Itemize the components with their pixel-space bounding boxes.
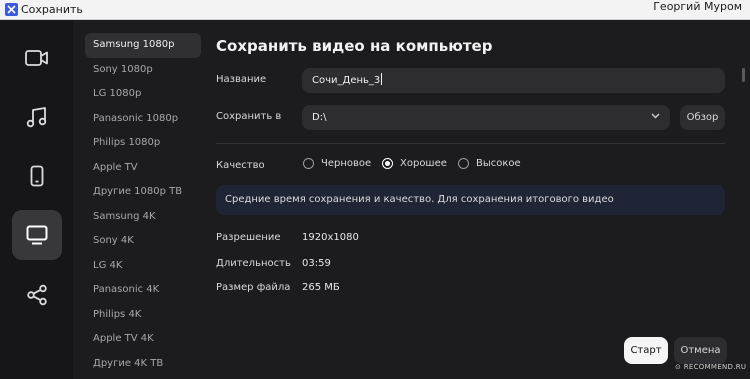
preset-item-panasonic-1080p[interactable]: Panasonic 1080p bbox=[85, 107, 201, 132]
window-title: Сохранить bbox=[21, 3, 83, 16]
rail-video-button[interactable] bbox=[12, 33, 62, 83]
radio-high[interactable] bbox=[458, 158, 469, 169]
filesize-label: Размер файла bbox=[216, 282, 291, 293]
save-to-select[interactable]: D:\ bbox=[302, 105, 670, 130]
page-title: Сохранить видео на компьютер bbox=[216, 37, 493, 55]
preset-item-sony-1080p[interactable]: Sony 1080p bbox=[85, 58, 201, 83]
music-icon bbox=[26, 107, 47, 128]
preset-item-samsung-4k[interactable]: Samsung 4K bbox=[85, 205, 201, 230]
app-icon bbox=[5, 3, 18, 16]
quality-info-box: Средние время сохранения и качество. Для… bbox=[216, 185, 725, 215]
category-rail bbox=[0, 20, 73, 379]
quality-option-good[interactable]: Хорошее bbox=[382, 158, 447, 169]
section-divider bbox=[216, 143, 725, 144]
rail-music-button[interactable] bbox=[12, 92, 62, 142]
quality-option-draft[interactable]: Черновое bbox=[303, 158, 371, 169]
preset-item-philips-4k[interactable]: Philips 4K bbox=[85, 303, 201, 328]
preset-item-other-4k-tv[interactable]: Другие 4K ТВ bbox=[85, 352, 201, 377]
duration-label: Длительность bbox=[216, 258, 291, 269]
scrollbar-thumb[interactable] bbox=[742, 68, 745, 82]
duration-value: 03:59 bbox=[302, 258, 331, 269]
name-label: Название bbox=[216, 74, 267, 85]
quality-option-label: Черновое bbox=[321, 158, 372, 169]
text-caret bbox=[381, 73, 383, 85]
phone-icon bbox=[30, 165, 44, 187]
preset-item-apple-tv[interactable]: Apple TV bbox=[85, 156, 201, 181]
preset-item-panasonic-4k[interactable]: Panasonic 4K bbox=[85, 278, 201, 303]
watermark-text: ⊙ RECOMMEND.RU bbox=[675, 363, 747, 371]
share-icon bbox=[27, 284, 47, 306]
monitor-icon bbox=[26, 225, 48, 245]
save-to-value: D:\ bbox=[312, 112, 327, 123]
rail-share-button[interactable] bbox=[12, 270, 62, 320]
preset-item-apple-tv-4k[interactable]: Apple TV 4K bbox=[85, 327, 201, 352]
filesize-value: 265 МБ bbox=[302, 282, 340, 293]
preset-item-philips-1080p[interactable]: Philips 1080p bbox=[85, 131, 201, 156]
radio-draft[interactable] bbox=[303, 158, 314, 169]
quality-label: Качество bbox=[216, 160, 265, 171]
quality-option-label: Высокое bbox=[476, 158, 521, 169]
title-bar: Сохранить Георгий Муром bbox=[0, 0, 750, 20]
video-icon bbox=[25, 50, 48, 66]
radio-good[interactable] bbox=[382, 158, 393, 169]
resolution-value: 1920x1080 bbox=[302, 232, 359, 243]
preset-item-sony-4k[interactable]: Sony 4K bbox=[85, 229, 201, 254]
cancel-button[interactable]: Отмена bbox=[674, 337, 727, 364]
quality-option-label: Хорошее bbox=[400, 158, 447, 169]
title-bar-divider bbox=[0, 19, 750, 20]
chevron-down-icon bbox=[651, 113, 660, 119]
name-value: Сочи_День_3 bbox=[312, 75, 381, 86]
preset-item-samsung-1080p[interactable]: Samsung 1080p bbox=[85, 33, 201, 58]
save-to-label: Сохранить в bbox=[216, 111, 282, 122]
rail-phone-button[interactable] bbox=[12, 151, 62, 201]
preset-list: Samsung 1080p Sony 1080p LG 1080p Panaso… bbox=[85, 33, 201, 379]
rail-tv-button[interactable] bbox=[12, 210, 62, 260]
preset-item-lg-4k[interactable]: LG 4K bbox=[85, 254, 201, 279]
browse-button[interactable]: Обзор bbox=[680, 105, 725, 130]
preset-item-lg-1080p[interactable]: LG 1080p bbox=[85, 82, 201, 107]
resolution-label: Разрешение bbox=[216, 232, 281, 243]
quality-option-high[interactable]: Высокое bbox=[458, 158, 521, 169]
start-button[interactable]: Старт bbox=[624, 337, 668, 364]
user-name: Георгий Муром bbox=[653, 0, 742, 13]
preset-item-other-1080p-tv[interactable]: Другие 1080p ТВ bbox=[85, 180, 201, 205]
save-panel: Сохранить видео на компьютер Название Со… bbox=[216, 33, 736, 379]
name-input[interactable]: Сочи_День_3 bbox=[302, 68, 725, 93]
